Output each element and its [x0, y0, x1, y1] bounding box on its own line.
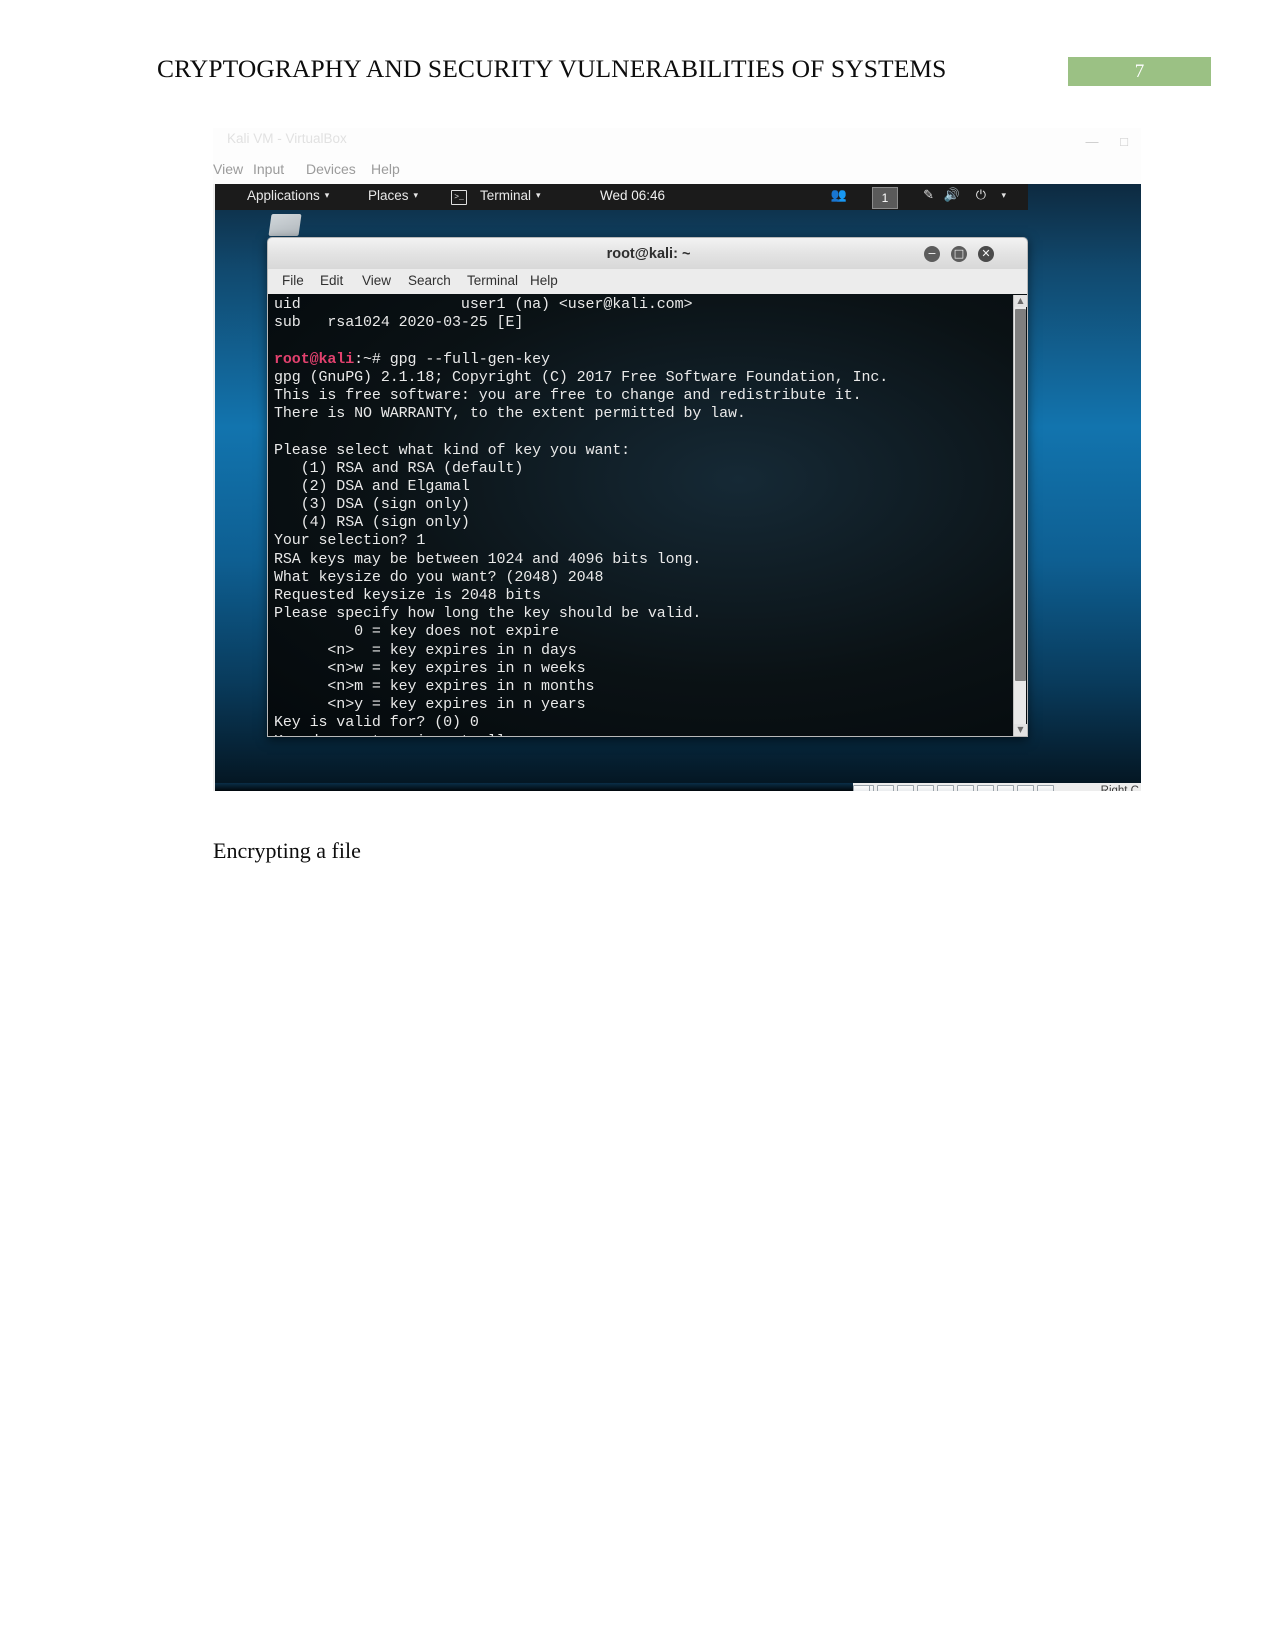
panel-applications-menu[interactable]: Applications ▾: [247, 188, 329, 203]
terminal-line: <n>w = key expires in n weeks: [274, 659, 586, 677]
terminal-app-icon: >_: [451, 190, 467, 205]
terminal-line: Key does not expire at all: [274, 733, 1014, 737]
terminal-line: <n> = key expires in n days: [274, 641, 577, 659]
terminal-line: 0 = key does not expire: [274, 623, 559, 641]
chevron-down-icon[interactable]: ▾: [1001, 191, 1006, 201]
pen-icon[interactable]: ✎: [923, 188, 934, 203]
virtualbox-titlebar: Kali VM - VirtualBox — □: [213, 128, 1141, 158]
terminal-line: There is NO WARRANTY, to the extent perm…: [274, 405, 746, 423]
terminal-line: <n>m = key expires in n months: [274, 677, 595, 695]
panel-terminal-label: Terminal: [480, 188, 532, 203]
terminal-line: What keysize do you want? (2048) 2048: [274, 568, 604, 586]
terminal-line: gpg (GnuPG) 2.1.18; Copyright (C) 2017 F…: [274, 368, 889, 386]
terminal-line: (3) DSA (sign only): [274, 496, 470, 514]
terminal-line: (4) RSA (sign only): [274, 514, 470, 532]
panel-clock[interactable]: Wed 06:46: [600, 188, 665, 203]
terminal-window: root@kali: ~ − □ ✕ File Edit View Search…: [267, 237, 1028, 737]
network-icon[interactable]: [917, 785, 934, 791]
recording-icon[interactable]: [997, 785, 1014, 791]
terminal-line: Please select what kind of key you want:: [274, 441, 631, 459]
terminal-menu-search[interactable]: Search: [408, 273, 451, 288]
floppy-icon[interactable]: [877, 785, 894, 791]
shared-folder-icon[interactable]: [957, 785, 974, 791]
terminal-menu-edit[interactable]: Edit: [320, 273, 343, 288]
terminal-line: This is free software: you are free to c…: [274, 386, 862, 404]
minimize-button[interactable]: −: [924, 246, 940, 262]
terminal-line: RSA keys may be between 1024 and 4096 bi…: [274, 550, 702, 568]
terminal-menu-file[interactable]: File: [282, 273, 304, 288]
vbox-menu-view[interactable]: View: [213, 161, 243, 177]
screenshot-figure: Kali VM - VirtualBox — □ View Input Devi…: [213, 128, 1141, 791]
optical-disk-icon[interactable]: [853, 785, 870, 791]
terminal-title: root@kali: ~: [606, 246, 691, 262]
terminal-line: (2) DSA and Elgamal: [274, 477, 470, 495]
terminal-titlebar[interactable]: root@kali: ~ − □ ✕: [267, 237, 1028, 269]
panel-terminal-menu[interactable]: Terminal ▾: [480, 188, 541, 203]
terminal-output-area[interactable]: uid user1 (na) <user@kali.com> sub rsa102…: [267, 294, 1028, 737]
host-key-label: Right C: [1100, 785, 1139, 791]
vbox-menu-input[interactable]: Input: [253, 161, 284, 177]
terminal-text: uid user1 (na) <user@kali.com> sub rsa102…: [274, 296, 1014, 737]
virtualbox-window-title: Kali VM - VirtualBox: [227, 131, 347, 146]
vbox-menu-devices[interactable]: Devices: [306, 161, 356, 177]
virtualbox-status-bar: Right C: [853, 783, 1141, 791]
mouse-icon[interactable]: [1017, 785, 1034, 791]
scroll-down-icon[interactable]: ▼: [1014, 724, 1027, 736]
document-header: CRYPTOGRAPHY AND SECURITY VULNERABILITIE…: [0, 0, 1275, 110]
shell-prompt-user: root@kali: [274, 350, 355, 368]
terminal-line: Key is valid for? (0) 0: [274, 714, 479, 732]
workspace-indicator[interactable]: 1: [872, 187, 898, 209]
audio-icon[interactable]: [897, 785, 914, 791]
scrollbar-thumb[interactable]: [1015, 309, 1026, 681]
chevron-down-icon: ▾: [324, 190, 330, 200]
chevron-down-icon: ▾: [536, 190, 541, 200]
keyboard-icon[interactable]: [1037, 785, 1054, 791]
terminal-menu-terminal[interactable]: Terminal: [467, 273, 518, 288]
panel-places-menu[interactable]: Places ▾: [368, 188, 418, 203]
terminal-line: uid user1 (na) <user@kali.com>: [274, 296, 693, 313]
terminal-line: Requested keysize is 2048 bits: [274, 587, 542, 604]
terminal-scrollbar[interactable]: ▲ ▼: [1013, 295, 1027, 736]
panel-applications-label: Applications: [247, 188, 320, 203]
terminal-menubar: File Edit View Search Terminal Help: [267, 269, 1028, 294]
scroll-up-icon[interactable]: ▲: [1014, 295, 1027, 307]
battery-icon[interactable]: ⏻: [976, 188, 986, 203]
terminal-menu-help[interactable]: Help: [530, 273, 558, 288]
maximize-button[interactable]: □: [951, 246, 967, 262]
virtualbox-window-controls[interactable]: — □: [1086, 134, 1137, 149]
page-number: 7: [1134, 61, 1145, 82]
panel-places-label: Places: [368, 188, 409, 203]
page-title: CRYPTOGRAPHY AND SECURITY VULNERABILITIE…: [157, 54, 947, 83]
close-button[interactable]: ✕: [978, 246, 994, 262]
shell-command: :~# gpg --full-gen-key: [354, 350, 550, 368]
figure-caption: Encrypting a file: [213, 838, 361, 863]
terminal-line: <n>y = key expires in n years: [274, 696, 586, 714]
terminal-menu-view[interactable]: View: [362, 273, 391, 288]
terminal-line: Your selection? 1: [274, 532, 426, 550]
kali-desktop: Applications ▾ Places ▾ >_ Terminal ▾ Wed 0…: [215, 184, 1141, 791]
chevron-down-icon: ▾: [413, 190, 419, 200]
virtualbox-menubar: View Input Devices Help: [213, 158, 1141, 184]
display-icon[interactable]: [977, 785, 994, 791]
usb-icon[interactable]: [937, 785, 954, 791]
volume-icon[interactable]: 🔊: [944, 188, 960, 203]
terminal-line: (1) RSA and RSA (default): [274, 459, 524, 477]
terminal-line: Please specify how long the key should b…: [274, 605, 702, 623]
users-icon[interactable]: 👥: [831, 188, 847, 203]
desktop-file-icon[interactable]: [268, 214, 302, 236]
terminal-line: sub rsa1024 2020-03-25 [E]: [274, 314, 524, 332]
vbox-menu-help[interactable]: Help: [371, 161, 400, 177]
page-number-badge: 7: [1068, 57, 1211, 86]
terminal-line: root@kali:~# gpg --full-gen-key: [274, 351, 1014, 369]
kali-top-panel: Applications ▾ Places ▾ >_ Terminal ▾ Wed 0…: [215, 184, 1028, 210]
